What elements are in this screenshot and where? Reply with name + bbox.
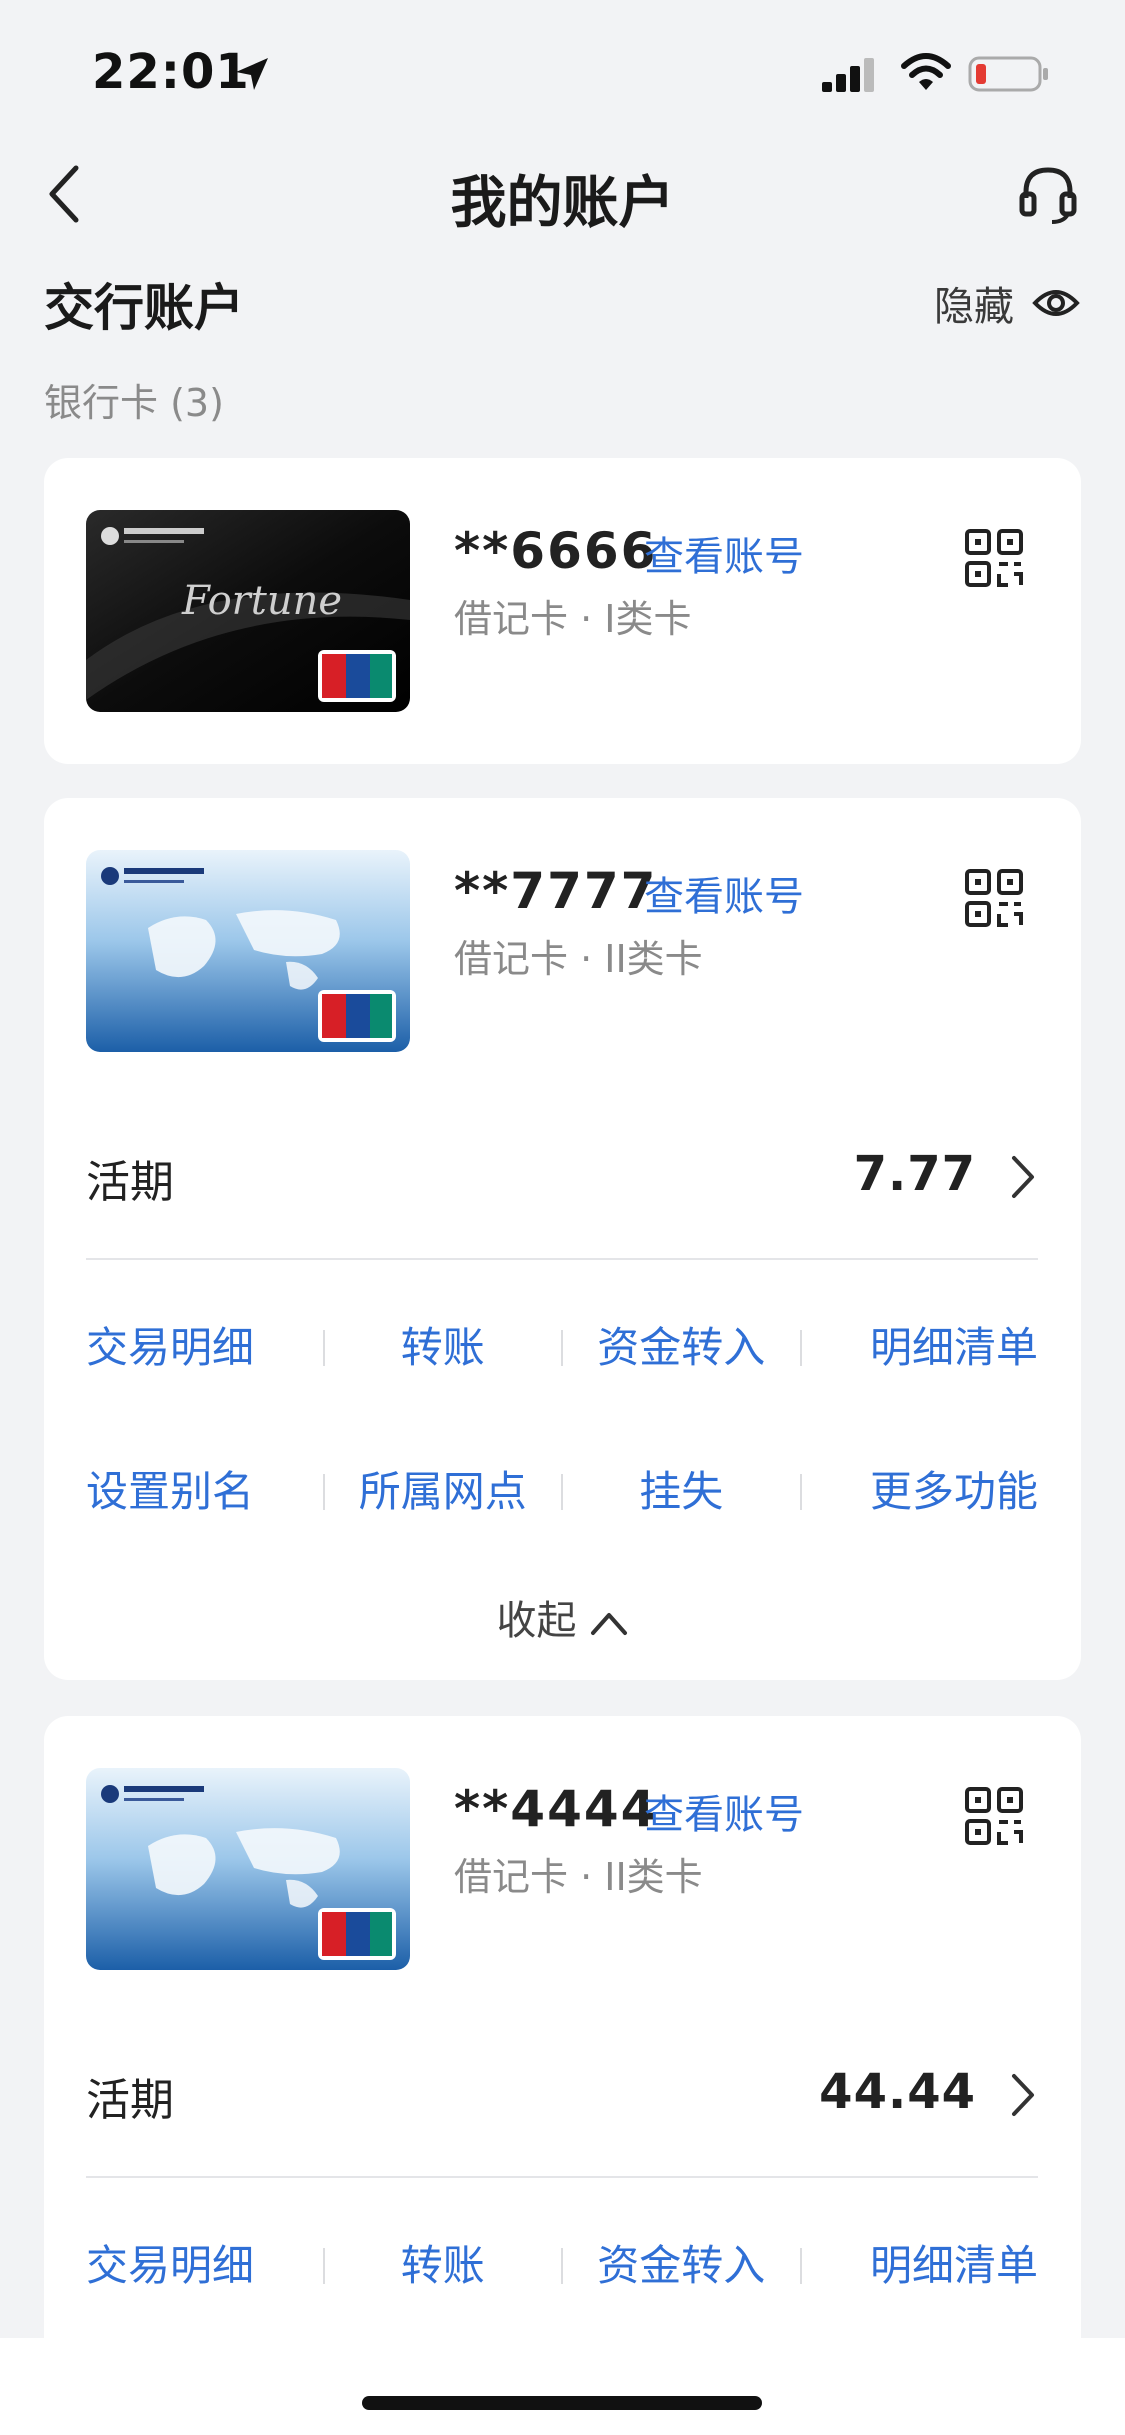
card-art: Fortune [86, 510, 410, 712]
view-account-number-link[interactable]: 查看账号 [644, 1782, 804, 1840]
view-account-number-link[interactable]: 查看账号 [644, 864, 804, 922]
current-balance-row[interactable]: 活期 7.77 [86, 1120, 1038, 1230]
current-balance-row[interactable]: 活期 44.44 [86, 2038, 1038, 2148]
hide-balance-toggle[interactable]: 隐藏 [934, 274, 1080, 332]
signal-icon [822, 58, 874, 92]
fund-in-button[interactable]: 资金转入 [563, 2232, 800, 2302]
page-title: 我的账户 [450, 171, 675, 236]
action-row: 交易明细 转账 资金转入 明细清单 [86, 1314, 1038, 1384]
transaction-detail-button[interactable]: 交易明细 [86, 1314, 323, 1384]
home-indicator[interactable] [362, 2396, 762, 2410]
account-card: **4444 查看账号 借记卡 · II类卡 活期 44.44 交易明细 转账 … [44, 1716, 1081, 2416]
branch-button[interactable]: 所属网点 [325, 1458, 562, 1528]
view-account-number-link[interactable]: 查看账号 [644, 524, 804, 582]
card-art [86, 1768, 410, 1970]
qr-code-icon[interactable] [964, 868, 1024, 928]
account-card: Fortune **6666 查看账号 借记卡 · I类卡 [44, 458, 1081, 764]
nav-bar: 我的账户 [0, 140, 1125, 250]
fund-in-button[interactable]: 资金转入 [563, 1314, 800, 1384]
balance-value: 7.77 [853, 1146, 976, 1202]
card-brand-text: Fortune [181, 578, 342, 624]
divider [86, 1258, 1038, 1260]
location-arrow-icon [236, 58, 268, 90]
bank-card-count: 银行卡 (3) [44, 381, 224, 425]
transfer-button[interactable]: 转账 [325, 1314, 562, 1384]
card-image-black: Fortune [86, 510, 410, 712]
bottom-safe-area [0, 2338, 1125, 2435]
report-loss-button[interactable]: 挂失 [563, 1458, 800, 1528]
card-type: 借记卡 · I类卡 [454, 597, 692, 641]
section-title: 交行账户 [44, 279, 244, 337]
battery-icon [968, 56, 1048, 92]
card-number: **6666 [454, 522, 658, 580]
hide-label: 隐藏 [934, 284, 1014, 330]
chevron-right-icon [1012, 1156, 1034, 1198]
collapse-button[interactable]: 收起 [44, 1588, 1081, 1646]
status-time: 22:01 [92, 44, 250, 100]
qr-code-icon[interactable] [964, 1786, 1024, 1846]
card-art [86, 850, 410, 1052]
balance-label: 活期 [86, 1157, 174, 1208]
status-bar: 22:01 [0, 0, 1125, 140]
more-functions-button[interactable]: 更多功能 [802, 1458, 1038, 1528]
qr-code-icon[interactable] [964, 528, 1024, 588]
divider [86, 2176, 1038, 2178]
transfer-button[interactable]: 转账 [325, 2232, 562, 2302]
action-row: 交易明细 转账 资金转入 明细清单 [86, 2232, 1038, 2302]
balance-label: 活期 [86, 2075, 174, 2126]
card-image-blue [86, 1768, 410, 1970]
wifi-icon [901, 53, 951, 90]
account-card: **7777 查看账号 借记卡 · II类卡 活期 7.77 交易明细 转账 资… [44, 798, 1081, 1680]
chevron-up-icon [590, 1613, 627, 1635]
card-type: 借记卡 · II类卡 [454, 1855, 703, 1899]
card-type: 借记卡 · II类卡 [454, 937, 703, 981]
balance-value: 44.44 [819, 2064, 976, 2120]
eye-icon [1032, 290, 1080, 316]
set-alias-button[interactable]: 设置别名 [86, 1458, 323, 1528]
chevron-right-icon [1012, 2074, 1034, 2116]
card-image-blue [86, 850, 410, 1052]
statement-list-button[interactable]: 明细清单 [802, 2232, 1038, 2302]
statement-list-button[interactable]: 明细清单 [802, 1314, 1038, 1384]
card-number: **4444 [454, 1780, 658, 1838]
collapse-label: 收起 [496, 1598, 577, 1644]
transaction-detail-button[interactable]: 交易明细 [86, 2232, 323, 2302]
action-row: 设置别名 所属网点 挂失 更多功能 [86, 1458, 1038, 1528]
card-number: **7777 [454, 862, 658, 920]
headset-icon[interactable] [1016, 162, 1080, 226]
